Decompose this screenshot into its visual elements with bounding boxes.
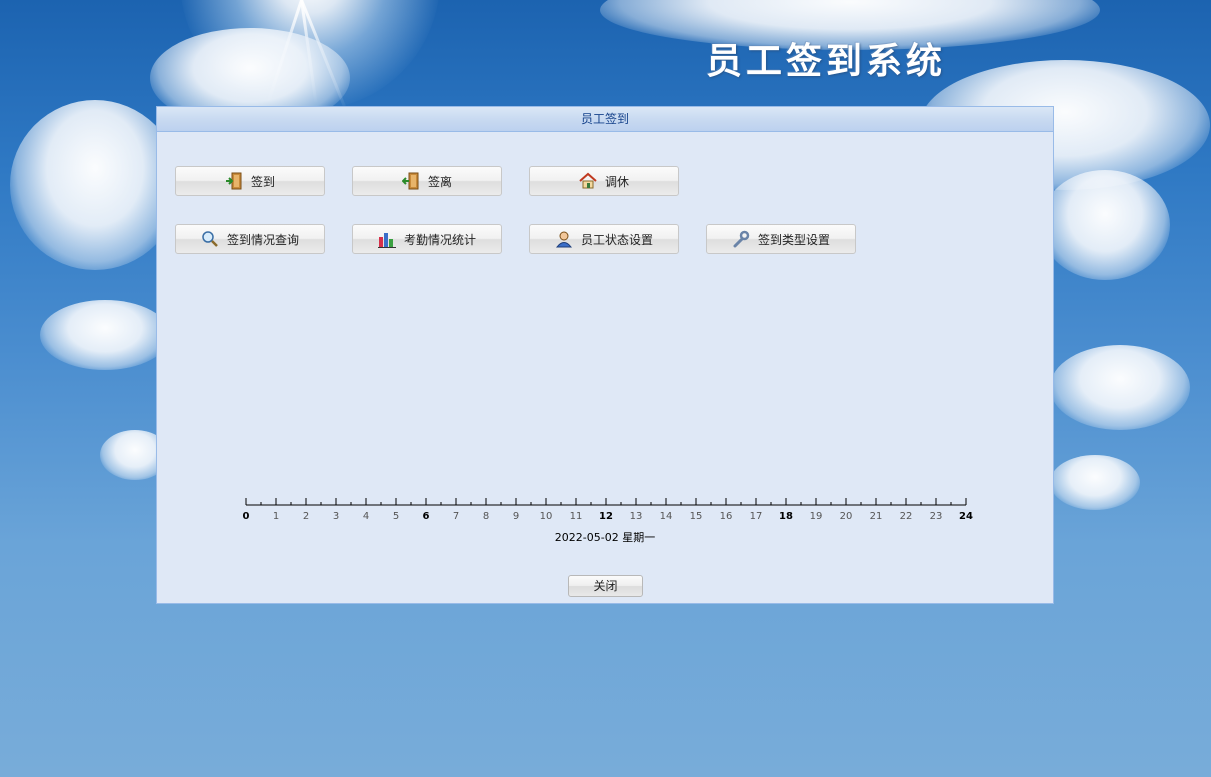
- cloud: [1050, 455, 1140, 510]
- close-button[interactable]: 关闭: [568, 575, 643, 597]
- hour-tick-label: 17: [749, 511, 763, 522]
- sign-in-panel: 员工签到 签到 签离 调休 签到情况查询 考勤情况统计 员工状态设置 签到类型设…: [156, 106, 1054, 604]
- hour-tick-label: 3: [332, 511, 340, 522]
- hour-tick-label: 11: [569, 511, 583, 522]
- hour-tick-label: 6: [422, 511, 430, 522]
- hour-tick-label: 8: [482, 511, 490, 522]
- hour-tick-label: 23: [929, 511, 943, 522]
- hour-tick-label: 0: [242, 511, 250, 522]
- hour-tick-label: 19: [809, 511, 823, 522]
- hour-tick-label: 10: [539, 511, 553, 522]
- cloud: [1050, 345, 1190, 430]
- hour-tick-label: 15: [689, 511, 703, 522]
- banner-title: 员工签到系统: [706, 40, 947, 82]
- hour-tick-label: 16: [719, 511, 733, 522]
- cloud: [40, 300, 170, 370]
- hour-tick-label: 22: [899, 511, 913, 522]
- hour-tick-label: 20: [839, 511, 853, 522]
- hour-tick-label: 5: [392, 511, 400, 522]
- hour-tick-label: 9: [512, 511, 520, 522]
- hour-tick-label: 24: [959, 511, 973, 522]
- hour-tick-label: 21: [869, 511, 883, 522]
- hour-tick-label: 18: [779, 511, 793, 522]
- hour-tick-label: 2: [302, 511, 310, 522]
- hour-tick-label: 7: [452, 511, 460, 522]
- hour-tick-label: 1: [272, 511, 280, 522]
- cloud: [10, 100, 180, 270]
- cloud: [1040, 170, 1170, 280]
- hour-tick-label: 12: [599, 511, 613, 522]
- hour-tick-label: 13: [629, 511, 643, 522]
- hour-tick-label: 4: [362, 511, 370, 522]
- hour-tick-label: 14: [659, 511, 673, 522]
- date-label: 2022-05-02 星期一: [554, 531, 656, 544]
